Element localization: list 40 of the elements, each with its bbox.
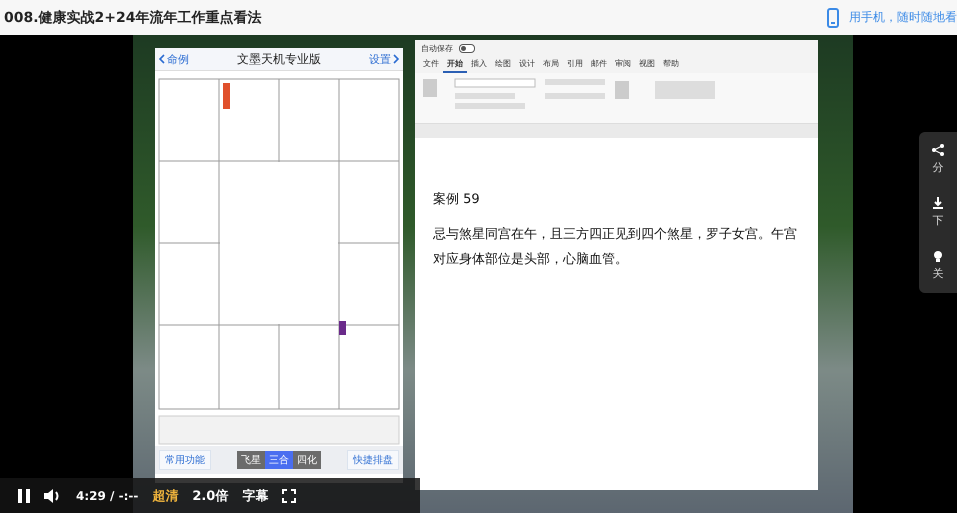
pause-button[interactable] (18, 488, 30, 502)
mode-tab[interactable]: 三合 (265, 451, 293, 469)
ribbon-tab[interactable]: 插入 (467, 56, 491, 73)
side-action[interactable]: 关 (932, 250, 944, 281)
lightbulb-icon (932, 250, 944, 262)
ribbon-tab[interactable]: 视图 (635, 56, 659, 73)
ribbon-tab[interactable]: 帮助 (659, 56, 683, 73)
ribbon-tab[interactable]: 设计 (515, 56, 539, 73)
download-icon (932, 197, 944, 209)
speed-button[interactable]: 2.0倍 (192, 486, 228, 504)
common-functions-button[interactable]: 常用功能 (159, 450, 211, 470)
case-heading: 案例 59 (433, 191, 481, 208)
app-title: 文墨天机专业版 (237, 50, 321, 68)
quality-button[interactable]: 超清 (152, 486, 178, 504)
mode-tab[interactable]: 四化 (293, 451, 321, 469)
star-tag (223, 83, 230, 109)
ribbon-tab[interactable]: 布局 (539, 56, 563, 73)
settings-link[interactable]: 设置 (369, 52, 391, 66)
back-link[interactable]: 命例 (167, 52, 189, 66)
ribbon-tab[interactable]: 文件 (419, 56, 443, 73)
mode-tab[interactable]: 飞星 (237, 451, 265, 469)
side-action[interactable]: 下 (932, 197, 944, 228)
phone-icon (827, 8, 839, 28)
ribbon-tab[interactable]: 引用 (563, 56, 587, 73)
chevron-right-icon (393, 54, 399, 64)
subtitles-button[interactable]: 字幕 (242, 486, 268, 504)
share-icon (932, 144, 944, 156)
star-tag (339, 321, 346, 335)
autosave-toggle[interactable] (459, 44, 475, 52)
fullscreen-button[interactable] (282, 488, 296, 502)
playback-time: 4:29 / -:-- (76, 488, 138, 502)
video-title: 008.健康实战2+24年流年工作重点看法 (4, 8, 262, 26)
ribbon-tab[interactable]: 绘图 (491, 56, 515, 73)
quick-chart-button[interactable]: 快捷排盘 (347, 450, 399, 470)
ribbon-tab[interactable]: 审阅 (611, 56, 635, 73)
chevron-left-icon (159, 54, 165, 64)
autosave-label: 自动保存 (421, 42, 453, 54)
ribbon-tab[interactable]: 邮件 (587, 56, 611, 73)
case-paragraph: 忌与煞星同宫在午，且三方四正见到四个煞星，罗子女宫。午宫对应身体部位是头部，心脑血管。 (433, 226, 798, 269)
side-action[interactable]: 分 (932, 144, 944, 175)
